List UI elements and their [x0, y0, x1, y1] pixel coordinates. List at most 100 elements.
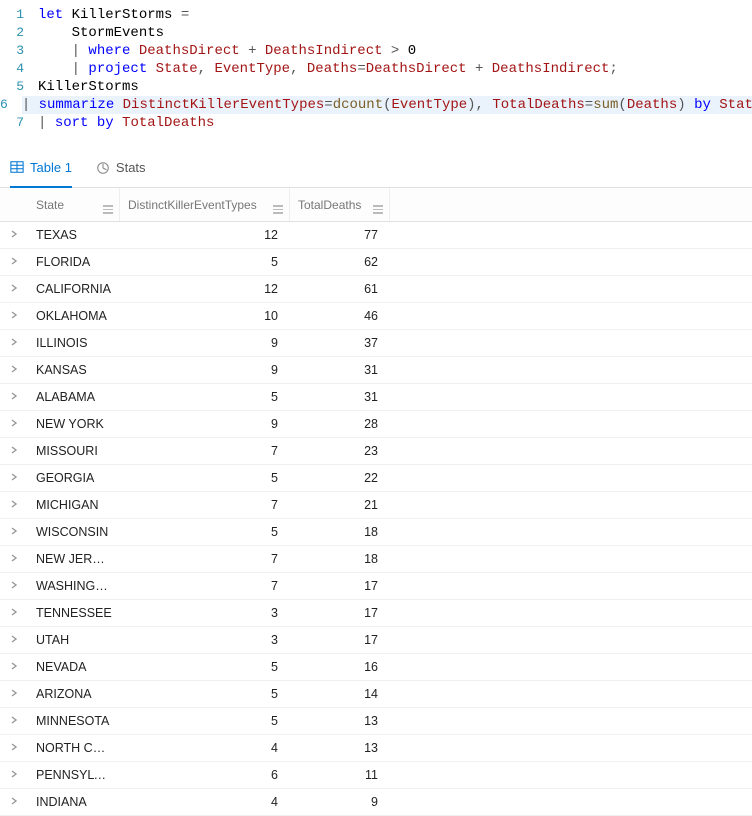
row-expand-icon[interactable] — [0, 391, 28, 403]
code-line[interactable]: 1let KillerStorms = — [0, 6, 752, 24]
table-row[interactable]: PENNSYLV…611 — [0, 762, 752, 789]
row-expand-icon[interactable] — [0, 526, 28, 538]
code-content[interactable]: | sort by TotalDeaths — [38, 114, 752, 132]
column-menu-icon[interactable] — [273, 196, 283, 214]
cell-state: INDIANA — [28, 795, 120, 809]
code-line[interactable]: 2 StormEvents — [0, 24, 752, 42]
row-expand-icon[interactable] — [0, 418, 28, 430]
cell-types: 5 — [120, 660, 290, 674]
cell-state: MISSOURI — [28, 444, 120, 458]
column-header-types[interactable]: DistinctKillerEventTypes — [120, 188, 290, 221]
cell-types: 3 — [120, 633, 290, 647]
cell-deaths: 13 — [290, 741, 390, 755]
code-line[interactable]: 3 | where DeathsDirect + DeathsIndirect … — [0, 42, 752, 60]
table-row[interactable]: NORTH CA…413 — [0, 735, 752, 762]
cell-types: 5 — [120, 255, 290, 269]
table-row[interactable]: ALABAMA531 — [0, 384, 752, 411]
table-row[interactable]: NEVADA516 — [0, 654, 752, 681]
row-expand-icon[interactable] — [0, 499, 28, 511]
column-menu-icon[interactable] — [373, 196, 383, 214]
table-row[interactable]: MINNESOTA513 — [0, 708, 752, 735]
table-row[interactable]: UTAH317 — [0, 627, 752, 654]
row-expand-icon[interactable] — [0, 472, 28, 484]
cell-types: 9 — [120, 417, 290, 431]
table-row[interactable]: MISSOURI723 — [0, 438, 752, 465]
table-row[interactable]: INDIANA49 — [0, 789, 752, 816]
line-number: 7 — [0, 114, 38, 132]
cell-deaths: 17 — [290, 579, 390, 593]
table-row[interactable]: OKLAHOMA1046 — [0, 303, 752, 330]
query-editor[interactable]: 1let KillerStorms = 2 StormEvents3 | whe… — [0, 0, 752, 142]
table-row[interactable]: WASHINGT…717 — [0, 573, 752, 600]
table-row[interactable]: GEORGIA522 — [0, 465, 752, 492]
code-content[interactable]: KillerStorms — [38, 78, 752, 96]
row-expand-icon[interactable] — [0, 553, 28, 565]
code-line[interactable]: 4 | project State, EventType, Deaths=Dea… — [0, 60, 752, 78]
code-line[interactable]: 7| sort by TotalDeaths — [0, 114, 752, 132]
row-expand-icon[interactable] — [0, 661, 28, 673]
code-line[interactable]: 5KillerStorms — [0, 78, 752, 96]
row-expand-icon[interactable] — [0, 364, 28, 376]
tab-table[interactable]: Table 1 — [10, 149, 72, 188]
code-content[interactable]: | summarize DistinctKillerEventTypes=dco… — [22, 96, 752, 114]
table-row[interactable]: CALIFORNIA1261 — [0, 276, 752, 303]
cell-types: 5 — [120, 525, 290, 539]
code-line[interactable]: 6| summarize DistinctKillerEventTypes=dc… — [0, 96, 752, 114]
tab-stats-label: Stats — [116, 160, 146, 175]
table-row[interactable]: FLORIDA562 — [0, 249, 752, 276]
cell-state: WASHINGT… — [28, 579, 120, 593]
cell-types: 10 — [120, 309, 290, 323]
table-row[interactable]: TEXAS1277 — [0, 222, 752, 249]
row-expand-icon[interactable] — [0, 256, 28, 268]
cell-types: 5 — [120, 390, 290, 404]
code-content[interactable]: | project State, EventType, Deaths=Death… — [38, 60, 752, 78]
line-number: 2 — [0, 24, 38, 42]
line-number: 6 — [0, 96, 22, 114]
cell-types: 6 — [120, 768, 290, 782]
column-header-deaths[interactable]: TotalDeaths — [290, 188, 390, 221]
cell-state: TENNESSEE — [28, 606, 120, 620]
cell-deaths: 46 — [290, 309, 390, 323]
cell-state: ILLINOIS — [28, 336, 120, 350]
cell-deaths: 77 — [290, 228, 390, 242]
table-row[interactable]: NEW JERSEY718 — [0, 546, 752, 573]
tab-table-label: Table 1 — [30, 160, 72, 175]
table-row[interactable]: ARIZONA514 — [0, 681, 752, 708]
row-expand-icon[interactable] — [0, 769, 28, 781]
code-content[interactable]: StormEvents — [38, 24, 752, 42]
cell-state: FLORIDA — [28, 255, 120, 269]
tab-stats[interactable]: Stats — [96, 148, 146, 187]
code-content[interactable]: | where DeathsDirect + DeathsIndirect > … — [38, 42, 752, 60]
table-row[interactable]: TENNESSEE317 — [0, 600, 752, 627]
cell-types: 9 — [120, 363, 290, 377]
row-expand-icon[interactable] — [0, 229, 28, 241]
row-expand-icon[interactable] — [0, 310, 28, 322]
column-menu-icon[interactable] — [103, 196, 113, 214]
code-content[interactable]: let KillerStorms = — [38, 6, 752, 24]
row-expand-icon[interactable] — [0, 742, 28, 754]
row-expand-icon[interactable] — [0, 445, 28, 457]
cell-deaths: 21 — [290, 498, 390, 512]
row-expand-icon[interactable] — [0, 688, 28, 700]
cell-deaths: 31 — [290, 363, 390, 377]
table-row[interactable]: NEW YORK928 — [0, 411, 752, 438]
cell-state: PENNSYLV… — [28, 768, 120, 782]
line-number: 3 — [0, 42, 38, 60]
cell-types: 7 — [120, 498, 290, 512]
row-expand-icon[interactable] — [0, 607, 28, 619]
row-expand-icon[interactable] — [0, 580, 28, 592]
row-expand-icon[interactable] — [0, 796, 28, 808]
cell-types: 4 — [120, 795, 290, 809]
cell-deaths: 11 — [290, 768, 390, 782]
column-header-state[interactable]: State — [28, 188, 120, 221]
cell-state: ALABAMA — [28, 390, 120, 404]
row-expand-icon[interactable] — [0, 283, 28, 295]
table-row[interactable]: KANSAS931 — [0, 357, 752, 384]
row-expand-icon[interactable] — [0, 715, 28, 727]
table-row[interactable]: MICHIGAN721 — [0, 492, 752, 519]
table-row[interactable]: WISCONSIN518 — [0, 519, 752, 546]
row-expand-icon[interactable] — [0, 337, 28, 349]
table-row[interactable]: ILLINOIS937 — [0, 330, 752, 357]
cell-state: UTAH — [28, 633, 120, 647]
row-expand-icon[interactable] — [0, 634, 28, 646]
